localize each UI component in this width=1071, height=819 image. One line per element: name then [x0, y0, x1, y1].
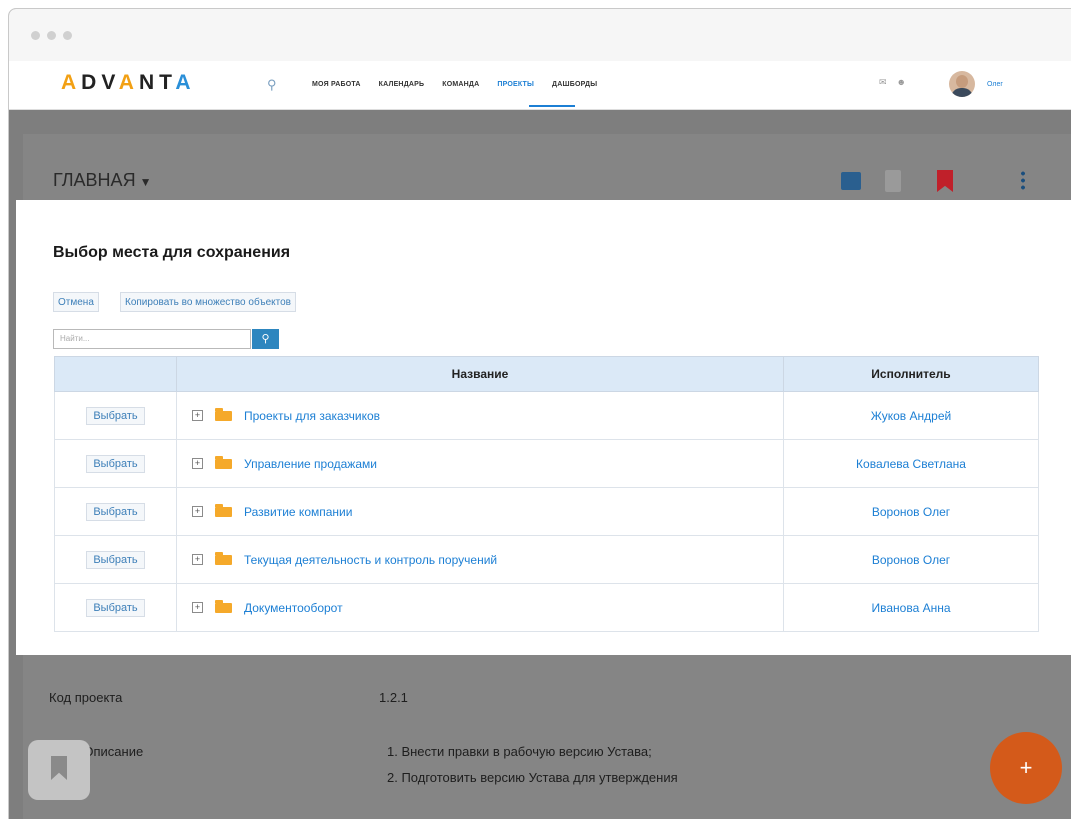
bookmark-icon[interactable]	[937, 170, 953, 192]
select-button[interactable]: Выбрать	[86, 550, 145, 569]
window-dot	[63, 31, 72, 40]
bookmark-widget[interactable]	[28, 740, 90, 800]
top-icons: ✉ ☻	[879, 77, 906, 88]
expand-icon[interactable]: +	[192, 410, 203, 422]
window-dot	[31, 31, 40, 40]
save-location-modal: Выбор места для сохранения Отмена Копиро…	[16, 200, 1071, 655]
table-row: Выбрать + Документооборот Иванова Анна	[54, 583, 1039, 632]
row-owner[interactable]: Жуков Андрей	[783, 391, 1039, 440]
search-input[interactable]: Найти...	[53, 329, 251, 349]
row-name-link[interactable]: Управление продажами	[244, 457, 377, 471]
table-row: Выбрать + Текущая деятельность и контроль…	[54, 535, 1039, 584]
folder-icon	[215, 599, 232, 613]
menu-item-projects[interactable]: ПРОЕКТЫ	[497, 81, 534, 88]
table-row: Выбрать + Управление продажами Ковалева С…	[54, 439, 1039, 488]
header-name[interactable]: Название	[176, 356, 784, 392]
row-owner[interactable]: Воронов Олег	[783, 535, 1039, 584]
menu-item-calendar[interactable]: КАЛЕНДАРЬ	[379, 81, 425, 88]
active-menu-underline	[529, 105, 575, 107]
document-icon[interactable]	[885, 170, 901, 192]
bookmark-icon	[51, 756, 67, 780]
advanta-logo[interactable]: ADVANTA	[61, 71, 196, 95]
folder-icon	[215, 455, 232, 469]
top-navbar: ADVANTA ⚲ МОЯ РАБОТА КАЛЕНДАРЬ КОМАНДА П…	[9, 61, 1071, 110]
search-icon: ⚲	[261, 333, 270, 345]
search-button[interactable]: ⚲	[252, 329, 279, 349]
main-menu: МОЯ РАБОТА КАЛЕНДАРЬ КОМАНДА ПРОЕКТЫ ДАШ…	[312, 81, 597, 88]
calendar-icon[interactable]	[841, 172, 861, 190]
menu-item-my-work[interactable]: МОЯ РАБОТА	[312, 81, 361, 88]
like-icon[interactable]: ☻	[897, 77, 906, 88]
expand-icon[interactable]: +	[192, 458, 203, 470]
row-owner[interactable]: Ковалева Светлана	[783, 439, 1039, 488]
browser-chrome	[9, 9, 1071, 62]
select-button[interactable]: Выбрать	[86, 502, 145, 521]
menu-item-team[interactable]: КОМАНДА	[442, 81, 479, 88]
header-select	[54, 356, 177, 392]
user-name[interactable]: Олег	[987, 81, 1003, 88]
add-button[interactable]: +	[990, 732, 1062, 804]
caret-down-icon: ▼	[139, 175, 152, 189]
goal-line: 2. Подготовить версию Устава для утвержд…	[387, 770, 678, 785]
project-code-label: Код проекта	[49, 690, 123, 705]
search-icon[interactable]: ⚲	[267, 77, 277, 93]
row-name-link[interactable]: Документооборот	[244, 601, 343, 615]
mail-icon[interactable]: ✉	[879, 77, 887, 88]
folder-icon	[215, 407, 232, 421]
modal-title: Выбор места для сохранения	[53, 244, 291, 261]
page-title[interactable]: ГЛАВНАЯ ▼	[53, 170, 151, 191]
expand-icon[interactable]: +	[192, 602, 203, 614]
table-row: Выбрать + Развитие компании Воронов Олег	[54, 487, 1039, 536]
window-dot	[47, 31, 56, 40]
row-name-link[interactable]: Проекты для заказчиков	[244, 409, 380, 423]
select-button[interactable]: Выбрать	[86, 598, 145, 617]
table-row: Выбрать + Проекты для заказчиков Жуков Ан…	[54, 391, 1039, 440]
more-menu-icon[interactable]	[1021, 170, 1025, 190]
copy-to-many-button[interactable]: Копировать во множество объектов	[120, 292, 296, 312]
locations-table: Название Исполнитель Выбрать + Проекты дл…	[54, 356, 1039, 632]
expand-icon[interactable]: +	[192, 554, 203, 566]
menu-item-dashboards[interactable]: ДАШБОРДЫ	[552, 81, 597, 88]
project-code-value: 1.2.1	[379, 690, 408, 705]
select-button[interactable]: Выбрать	[86, 454, 145, 473]
row-owner[interactable]: Иванова Анна	[783, 583, 1039, 632]
table-header-row: Название Исполнитель	[54, 356, 1039, 392]
row-owner[interactable]: Воронов Олег	[783, 487, 1039, 536]
row-name-link[interactable]: Текущая деятельность и контроль поручени…	[244, 553, 497, 567]
folder-icon	[215, 551, 232, 565]
select-button[interactable]: Выбрать	[86, 406, 145, 425]
expand-icon[interactable]: +	[192, 506, 203, 518]
cancel-button[interactable]: Отмена	[53, 292, 99, 312]
folder-icon	[215, 503, 232, 517]
goal-line: 1. Внести правки в рабочую версию Устава…	[387, 744, 652, 759]
header-owner[interactable]: Исполнитель	[783, 356, 1039, 392]
avatar[interactable]	[949, 71, 975, 97]
row-name-link[interactable]: Развитие компании	[244, 505, 352, 519]
